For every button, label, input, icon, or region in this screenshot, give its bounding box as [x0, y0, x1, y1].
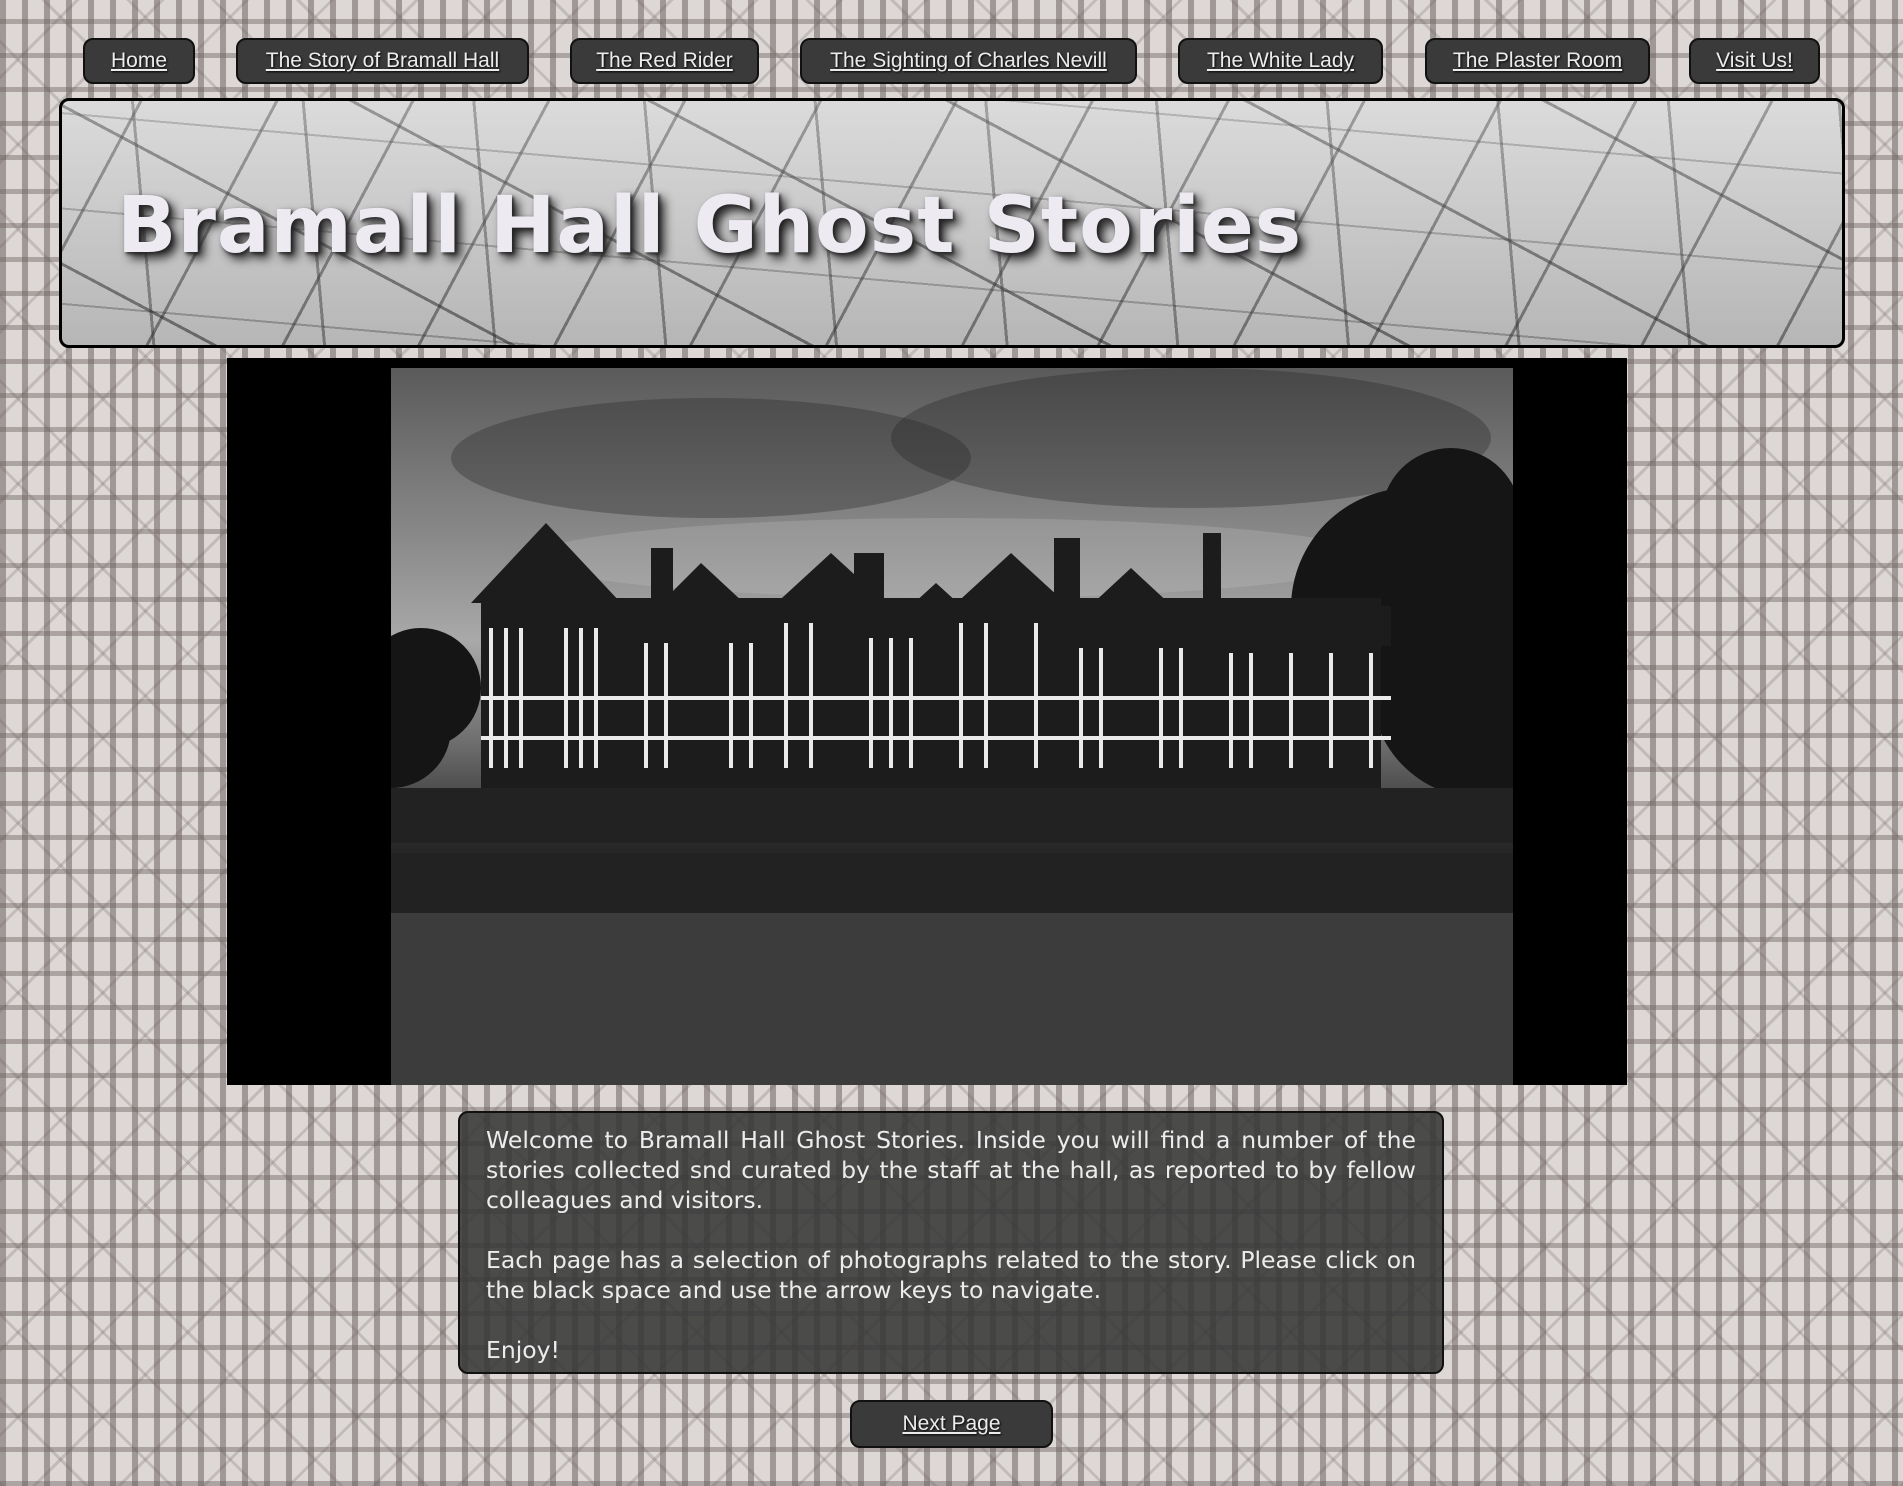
nav-story-of-bramall-hall-link[interactable]: The Story of Bramall Hall [236, 38, 529, 84]
intro-paragraph-enjoy: Enjoy! [486, 1336, 560, 1364]
intro-paragraph-instructions: Each page has a selection of photographs… [486, 1246, 1416, 1304]
nav-red-rider-link[interactable]: The Red Rider [570, 38, 759, 84]
photo-slideshow[interactable] [227, 358, 1627, 1085]
site-title: Bramall Hall Ghost Stories [117, 181, 1303, 271]
nav-visit-us-link[interactable]: Visit Us! [1689, 38, 1820, 84]
intro-text-panel: Welcome to Bramall Hall Ghost Stories. I… [458, 1111, 1444, 1374]
nav-white-lady-link[interactable]: The White Lady [1178, 38, 1383, 84]
intro-paragraph-welcome: Welcome to Bramall Hall Ghost Stories. I… [486, 1126, 1416, 1214]
main-navigation: Home The Story of Bramall Hall The Red R… [0, 38, 1903, 86]
nav-charles-nevill-link[interactable]: The Sighting of Charles Nevill [800, 38, 1137, 84]
next-page-button[interactable]: Next Page [850, 1400, 1053, 1448]
bramall-hall-photo [391, 368, 1513, 1085]
header-banner: Bramall Hall Ghost Stories [59, 98, 1845, 348]
nav-home-link[interactable]: Home [83, 38, 195, 84]
nav-plaster-room-link[interactable]: The Plaster Room [1425, 38, 1650, 84]
